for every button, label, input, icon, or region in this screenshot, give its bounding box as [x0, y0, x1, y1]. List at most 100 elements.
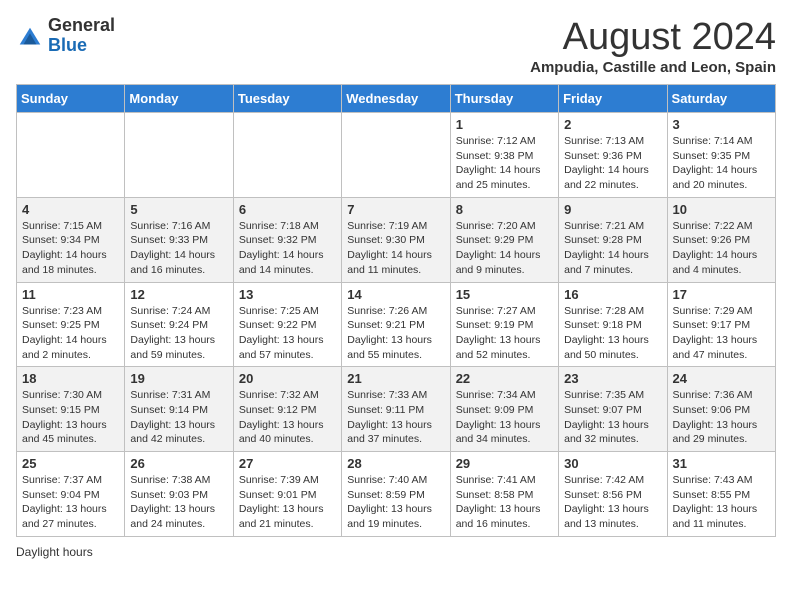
day-number: 6	[239, 202, 336, 217]
day-number: 1	[456, 117, 553, 132]
calendar-week-row: 11 Sunrise: 7:23 AM Sunset: 9:25 PM Dayli…	[17, 282, 776, 367]
calendar-day-cell: 29 Sunrise: 7:41 AM Sunset: 8:58 PM Dayli…	[450, 452, 558, 537]
calendar-day-cell: 17 Sunrise: 7:29 AM Sunset: 9:17 PM Dayli…	[667, 282, 775, 367]
main-title: August 2024	[530, 16, 776, 59]
day-number: 20	[239, 371, 336, 386]
day-info: Sunrise: 7:24 AM Sunset: 9:24 PM Dayligh…	[130, 304, 227, 363]
calendar-day-cell: 18 Sunrise: 7:30 AM Sunset: 9:15 PM Dayli…	[17, 367, 125, 452]
day-info: Sunrise: 7:34 AM Sunset: 9:09 PM Dayligh…	[456, 388, 553, 447]
calendar-day-cell: 22Sunrise: 7:34 AM Sunset: 9:09 PM Dayli…	[450, 367, 558, 452]
day-info: Sunrise: 7:29 AM Sunset: 9:17 PM Dayligh…	[673, 304, 770, 363]
day-info: Sunrise: 7:31 AM Sunset: 9:14 PM Dayligh…	[130, 388, 227, 447]
calendar-day-cell: 30Sunrise: 7:42 AM Sunset: 8:56 PM Dayli…	[559, 452, 667, 537]
day-info: Sunrise: 7:16 AM Sunset: 9:33 PM Dayligh…	[130, 219, 227, 278]
calendar-day-cell: 5 Sunrise: 7:16 AM Sunset: 9:33 PM Daylig…	[125, 197, 233, 282]
day-number: 8	[456, 202, 553, 217]
logo-general: General	[48, 16, 115, 36]
day-info: Sunrise: 7:33 AM Sunset: 9:11 PM Dayligh…	[347, 388, 444, 447]
subtitle: Ampudia, Castille and Leon, Spain	[530, 59, 776, 76]
day-number: 13	[239, 287, 336, 302]
calendar-day-cell: 12Sunrise: 7:24 AM Sunset: 9:24 PM Dayli…	[125, 282, 233, 367]
day-info: Sunrise: 7:43 AM Sunset: 8:55 PM Dayligh…	[673, 473, 770, 532]
calendar-day-cell: 6 Sunrise: 7:18 AM Sunset: 9:32 PM Daylig…	[233, 197, 341, 282]
day-number: 25	[22, 456, 119, 471]
calendar-day-cell: 4 Sunrise: 7:15 AM Sunset: 9:34 PM Daylig…	[17, 197, 125, 282]
calendar-day-cell: 2 Sunrise: 7:13 AM Sunset: 9:36 PM Daylig…	[559, 113, 667, 198]
calendar-week-row: 25 Sunrise: 7:37 AM Sunset: 9:04 PM Dayli…	[17, 452, 776, 537]
day-info: Sunrise: 7:40 AM Sunset: 8:59 PM Dayligh…	[347, 473, 444, 532]
calendar-table: SundayMondayTuesdayWednesdayThursdayFrid…	[16, 84, 776, 537]
logo-blue: Blue	[48, 36, 115, 56]
calendar-day-cell: 21 Sunrise: 7:33 AM Sunset: 9:11 PM Dayli…	[342, 367, 450, 452]
calendar-day-cell	[233, 113, 341, 198]
calendar-day-cell: 24 Sunrise: 7:36 AM Sunset: 9:06 PM Dayli…	[667, 367, 775, 452]
day-info: Sunrise: 7:13 AM Sunset: 9:36 PM Dayligh…	[564, 134, 661, 193]
calendar-day-cell: 25 Sunrise: 7:37 AM Sunset: 9:04 PM Dayli…	[17, 452, 125, 537]
calendar-week-row: 4 Sunrise: 7:15 AM Sunset: 9:34 PM Daylig…	[17, 197, 776, 282]
calendar-week-row: 18 Sunrise: 7:30 AM Sunset: 9:15 PM Dayli…	[17, 367, 776, 452]
day-number: 9	[564, 202, 661, 217]
day-info: Sunrise: 7:36 AM Sunset: 9:06 PM Dayligh…	[673, 388, 770, 447]
calendar-day-cell: 14 Sunrise: 7:26 AM Sunset: 9:21 PM Dayli…	[342, 282, 450, 367]
day-info: Sunrise: 7:42 AM Sunset: 8:56 PM Dayligh…	[564, 473, 661, 532]
day-of-week-header: Tuesday	[233, 85, 341, 113]
day-of-week-header: Wednesday	[342, 85, 450, 113]
day-info: Sunrise: 7:15 AM Sunset: 9:34 PM Dayligh…	[22, 219, 119, 278]
day-info: Sunrise: 7:12 AM Sunset: 9:38 PM Dayligh…	[456, 134, 553, 193]
day-of-week-header: Sunday	[17, 85, 125, 113]
day-info: Sunrise: 7:25 AM Sunset: 9:22 PM Dayligh…	[239, 304, 336, 363]
day-of-week-header: Monday	[125, 85, 233, 113]
day-number: 19	[130, 371, 227, 386]
calendar-day-cell: 16Sunrise: 7:28 AM Sunset: 9:18 PM Dayli…	[559, 282, 667, 367]
day-number: 15	[456, 287, 553, 302]
calendar-day-cell: 8 Sunrise: 7:20 AM Sunset: 9:29 PM Daylig…	[450, 197, 558, 282]
day-number: 7	[347, 202, 444, 217]
logo-icon	[16, 24, 44, 52]
calendar-day-cell: 31Sunrise: 7:43 AM Sunset: 8:55 PM Dayli…	[667, 452, 775, 537]
day-number: 14	[347, 287, 444, 302]
day-number: 17	[673, 287, 770, 302]
day-number: 23	[564, 371, 661, 386]
day-of-week-header: Thursday	[450, 85, 558, 113]
day-number: 18	[22, 371, 119, 386]
logo: General Blue	[16, 16, 115, 56]
page-header: General Blue August 2024 Ampudia, Castil…	[16, 16, 776, 76]
day-number: 29	[456, 456, 553, 471]
day-info: Sunrise: 7:38 AM Sunset: 9:03 PM Dayligh…	[130, 473, 227, 532]
calendar-week-row: 1 Sunrise: 7:12 AM Sunset: 9:38 PM Daylig…	[17, 113, 776, 198]
day-info: Sunrise: 7:37 AM Sunset: 9:04 PM Dayligh…	[22, 473, 119, 532]
title-area: August 2024 Ampudia, Castille and Leon, …	[530, 16, 776, 76]
day-info: Sunrise: 7:23 AM Sunset: 9:25 PM Dayligh…	[22, 304, 119, 363]
day-info: Sunrise: 7:26 AM Sunset: 9:21 PM Dayligh…	[347, 304, 444, 363]
day-info: Sunrise: 7:20 AM Sunset: 9:29 PM Dayligh…	[456, 219, 553, 278]
day-number: 21	[347, 371, 444, 386]
day-number: 24	[673, 371, 770, 386]
day-number: 5	[130, 202, 227, 217]
day-info: Sunrise: 7:18 AM Sunset: 9:32 PM Dayligh…	[239, 219, 336, 278]
day-info: Sunrise: 7:30 AM Sunset: 9:15 PM Dayligh…	[22, 388, 119, 447]
logo-text: General Blue	[48, 16, 115, 56]
day-info: Sunrise: 7:28 AM Sunset: 9:18 PM Dayligh…	[564, 304, 661, 363]
calendar-day-cell: 28Sunrise: 7:40 AM Sunset: 8:59 PM Dayli…	[342, 452, 450, 537]
day-info: Sunrise: 7:27 AM Sunset: 9:19 PM Dayligh…	[456, 304, 553, 363]
day-info: Sunrise: 7:41 AM Sunset: 8:58 PM Dayligh…	[456, 473, 553, 532]
day-number: 26	[130, 456, 227, 471]
footer-note: Daylight hours	[16, 545, 776, 559]
day-number: 3	[673, 117, 770, 132]
calendar-day-cell: 23Sunrise: 7:35 AM Sunset: 9:07 PM Dayli…	[559, 367, 667, 452]
day-number: 2	[564, 117, 661, 132]
day-number: 11	[22, 287, 119, 302]
day-info: Sunrise: 7:22 AM Sunset: 9:26 PM Dayligh…	[673, 219, 770, 278]
calendar-day-cell: 13 Sunrise: 7:25 AM Sunset: 9:22 PM Dayli…	[233, 282, 341, 367]
calendar-day-cell: 11 Sunrise: 7:23 AM Sunset: 9:25 PM Dayli…	[17, 282, 125, 367]
day-number: 4	[22, 202, 119, 217]
day-number: 10	[673, 202, 770, 217]
day-info: Sunrise: 7:39 AM Sunset: 9:01 PM Dayligh…	[239, 473, 336, 532]
calendar-day-cell	[17, 113, 125, 198]
calendar-day-cell: 15 Sunrise: 7:27 AM Sunset: 9:19 PM Dayli…	[450, 282, 558, 367]
calendar-day-cell	[125, 113, 233, 198]
day-info: Sunrise: 7:14 AM Sunset: 9:35 PM Dayligh…	[673, 134, 770, 193]
calendar-day-cell: 1 Sunrise: 7:12 AM Sunset: 9:38 PM Daylig…	[450, 113, 558, 198]
calendar-day-cell: 10 Sunrise: 7:22 AM Sunset: 9:26 PM Dayli…	[667, 197, 775, 282]
calendar-day-cell: 19 Sunrise: 7:31 AM Sunset: 9:14 PM Dayli…	[125, 367, 233, 452]
